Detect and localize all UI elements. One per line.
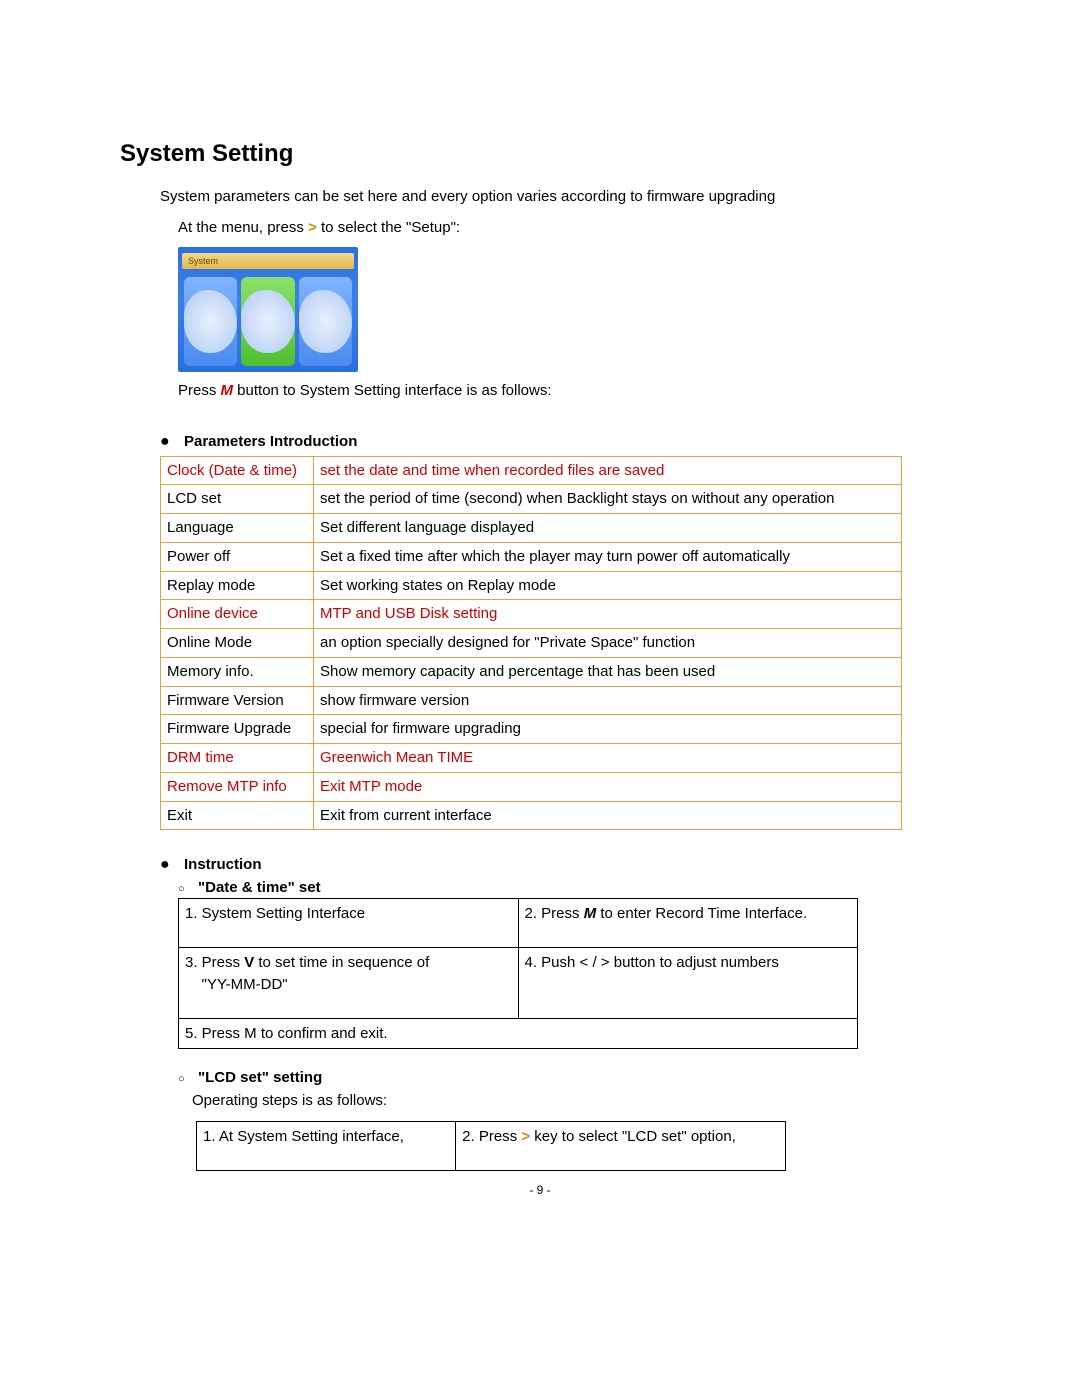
lcd-step-1: 1. At System Setting interface, xyxy=(197,1121,456,1170)
param-desc: Set different language displayed xyxy=(314,514,902,543)
param-desc: Show memory capacity and percentage that… xyxy=(314,657,902,686)
table-row: Online deviceMTP and USB Disk setting xyxy=(161,600,902,629)
param-desc: special for firmware upgrading xyxy=(314,715,902,744)
table-row: Replay modeSet working states on Replay … xyxy=(161,571,902,600)
screenshot-titlebar: System xyxy=(182,253,354,269)
table-row: LanguageSet different language displayed xyxy=(161,514,902,543)
param-desc: set the date and time when recorded file… xyxy=(314,456,902,485)
lcd-steps-table: 1. At System Setting interface, 2. Press… xyxy=(196,1121,786,1171)
menu-step-pre: At the menu, press xyxy=(178,219,308,236)
param-name: Firmware Version xyxy=(161,686,314,715)
v-key-label: V xyxy=(244,954,254,971)
table-row: 1. At System Setting interface, 2. Press… xyxy=(197,1121,786,1170)
dt-step-1: 1. System Setting Interface xyxy=(179,899,519,948)
param-name: DRM time xyxy=(161,744,314,773)
instruction-heading-row: ● Instruction xyxy=(160,856,960,873)
m-key-label: M xyxy=(221,382,234,399)
datetime-steps-table: 1. System Setting Interface 2. Press M t… xyxy=(178,898,858,1049)
page-heading: System Setting xyxy=(120,140,960,168)
param-desc: MTP and USB Disk setting xyxy=(314,600,902,629)
press-m-post: button to System Setting interface is as… xyxy=(233,382,552,399)
lcd-subheading-row: ○ "LCD set" setting xyxy=(178,1069,960,1086)
table-row: Memory info.Show memory capacity and per… xyxy=(161,657,902,686)
table-row: Clock (Date & time)set the date and time… xyxy=(161,456,902,485)
dt-step-5: 5. Press M to confirm and exit. xyxy=(179,1018,858,1049)
params-heading: Parameters Introduction xyxy=(184,433,357,450)
intro-text: System parameters can be set here and ev… xyxy=(160,186,960,209)
param-desc: Exit from current interface xyxy=(314,801,902,830)
bullet-dot-icon: ● xyxy=(160,857,184,873)
page-number: - 9 - xyxy=(120,1183,960,1197)
table-row: ExitExit from current interface xyxy=(161,801,902,830)
bullet-dot-icon: ● xyxy=(160,434,184,450)
ring-bullet-icon: ○ xyxy=(178,1073,198,1085)
dt-step-3: 3. Press V to set time in sequence of "Y… xyxy=(179,948,519,1019)
gt-symbol: > xyxy=(521,1128,530,1145)
param-name: Replay mode xyxy=(161,571,314,600)
lcd-subheading: "LCD set" setting xyxy=(198,1069,322,1086)
parameters-table: Clock (Date & time)set the date and time… xyxy=(160,456,902,831)
param-desc: show firmware version xyxy=(314,686,902,715)
table-row: Firmware Versionshow firmware version xyxy=(161,686,902,715)
instruction-heading: Instruction xyxy=(184,856,262,873)
table-row: Power offSet a fixed time after which th… xyxy=(161,542,902,571)
screenshot-icon-3 xyxy=(299,277,352,366)
param-desc: Greenwich Mean TIME xyxy=(314,744,902,773)
table-row: DRM timeGreenwich Mean TIME xyxy=(161,744,902,773)
param-desc: Set a fixed time after which the player … xyxy=(314,542,902,571)
ring-bullet-icon: ○ xyxy=(178,883,198,895)
dt-step-4: 4. Push < / > button to adjust numbers xyxy=(518,948,858,1019)
param-name: LCD set xyxy=(161,485,314,514)
param-desc: Set working states on Replay mode xyxy=(314,571,902,600)
table-row: 5. Press M to confirm and exit. xyxy=(179,1018,858,1049)
datetime-subheading-row: ○ "Date & time" set xyxy=(178,879,960,896)
param-desc: Exit MTP mode xyxy=(314,772,902,801)
press-m-line: Press M button to System Setting interfa… xyxy=(178,380,960,403)
param-name: Firmware Upgrade xyxy=(161,715,314,744)
table-row: 3. Press V to set time in sequence of "Y… xyxy=(179,948,858,1019)
menu-step-post: to select the "Setup": xyxy=(317,219,460,236)
m-key-label: M xyxy=(584,905,597,922)
table-row: LCD setset the period of time (second) w… xyxy=(161,485,902,514)
param-desc: set the period of time (second) when Bac… xyxy=(314,485,902,514)
screenshot-icon-2 xyxy=(241,277,294,366)
screenshot-icon-1 xyxy=(184,277,237,366)
gt-symbol: > xyxy=(308,219,317,236)
param-name: Online device xyxy=(161,600,314,629)
dt-step-2: 2. Press M to enter Record Time Interfac… xyxy=(518,899,858,948)
param-name: Power off xyxy=(161,542,314,571)
param-name: Clock (Date & time) xyxy=(161,456,314,485)
param-name: Online Mode xyxy=(161,629,314,658)
table-row: 1. System Setting Interface 2. Press M t… xyxy=(179,899,858,948)
menu-step: At the menu, press > to select the "Setu… xyxy=(178,217,960,240)
lcd-intro: Operating steps is as follows: xyxy=(192,1090,960,1113)
params-heading-row: ● Parameters Introduction xyxy=(160,433,960,450)
table-row: Remove MTP infoExit MTP mode xyxy=(161,772,902,801)
datetime-subheading: "Date & time" set xyxy=(198,879,321,896)
lcd-step-2: 2. Press > key to select "LCD set" optio… xyxy=(456,1121,786,1170)
param-name: Language xyxy=(161,514,314,543)
param-name: Memory info. xyxy=(161,657,314,686)
press-m-pre: Press xyxy=(178,382,221,399)
param-name: Exit xyxy=(161,801,314,830)
param-desc: an option specially designed for "Privat… xyxy=(314,629,902,658)
table-row: Firmware Upgradespecial for firmware upg… xyxy=(161,715,902,744)
setup-screenshot: System xyxy=(178,247,358,372)
param-name: Remove MTP info xyxy=(161,772,314,801)
table-row: Online Modean option specially designed … xyxy=(161,629,902,658)
